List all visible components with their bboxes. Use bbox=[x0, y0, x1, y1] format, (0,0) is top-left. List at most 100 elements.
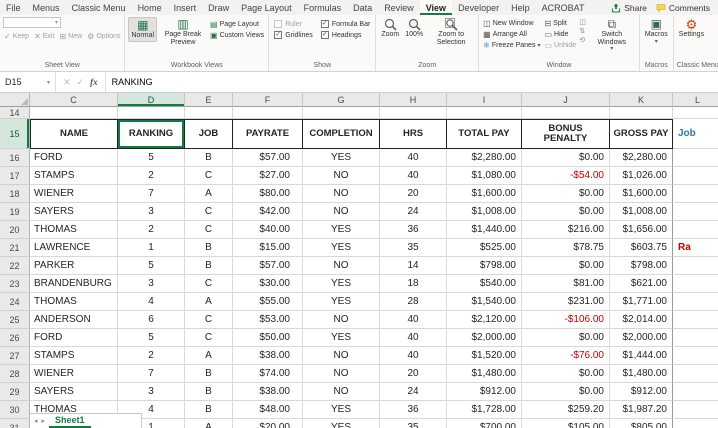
cell-K27[interactable]: $1,444.00 bbox=[610, 347, 673, 365]
cell-D20[interactable]: 2 bbox=[118, 221, 185, 239]
cell-J14[interactable] bbox=[522, 107, 610, 119]
cell-D16[interactable]: 5 bbox=[118, 149, 185, 167]
cell-L28[interactable] bbox=[673, 365, 718, 383]
cell-H30[interactable]: 36 bbox=[380, 401, 447, 419]
cell-C26[interactable]: FORD bbox=[30, 329, 118, 347]
cell-D14[interactable] bbox=[118, 107, 185, 119]
cell-J17[interactable]: -$54.00 bbox=[522, 167, 610, 185]
cell-G18[interactable]: NO bbox=[303, 185, 380, 203]
cell-I21[interactable]: $525.00 bbox=[447, 239, 522, 257]
cell-L21[interactable]: Ra bbox=[673, 239, 718, 257]
column-header-D[interactable]: D bbox=[118, 93, 185, 107]
gridlines-checkbox-item[interactable]: ✓ Gridlines bbox=[274, 31, 313, 39]
cell-L31[interactable] bbox=[673, 419, 718, 428]
row-header-16[interactable]: 16 bbox=[0, 149, 30, 167]
row-header-29[interactable]: 29 bbox=[0, 383, 30, 401]
row-header-31[interactable]: 31 bbox=[0, 419, 30, 428]
sheet-tab-sheet1[interactable]: Sheet1 bbox=[49, 414, 91, 428]
cell-D24[interactable]: 4 bbox=[118, 293, 185, 311]
cell-L27[interactable] bbox=[673, 347, 718, 365]
cancel-icon[interactable]: ✕ bbox=[63, 77, 71, 88]
cell-G14[interactable] bbox=[303, 107, 380, 119]
cell-C20[interactable]: THOMAS bbox=[30, 221, 118, 239]
cell-L16[interactable] bbox=[673, 149, 718, 167]
cell-H26[interactable]: 40 bbox=[380, 329, 447, 347]
cell-G16[interactable]: YES bbox=[303, 149, 380, 167]
tab-data[interactable]: Data bbox=[347, 0, 378, 15]
cell-D17[interactable]: 2 bbox=[118, 167, 185, 185]
cell-H20[interactable]: 36 bbox=[380, 221, 447, 239]
row-header-22[interactable]: 22 bbox=[0, 257, 30, 275]
cell-C24[interactable]: THOMAS bbox=[30, 293, 118, 311]
cell-G19[interactable]: NO bbox=[303, 203, 380, 221]
headings-checkbox-item[interactable]: ✓ Headings bbox=[320, 31, 371, 39]
cell-I19[interactable]: $1,008.00 bbox=[447, 203, 522, 221]
cell-H17[interactable]: 40 bbox=[380, 167, 447, 185]
cell-F14[interactable] bbox=[233, 107, 303, 119]
cell-K15[interactable]: GROSS PAY bbox=[610, 119, 673, 149]
cell-F17[interactable]: $27.00 bbox=[233, 167, 303, 185]
cell-G15[interactable]: COMPLETION bbox=[303, 119, 380, 149]
cell-J23[interactable]: $81.00 bbox=[522, 275, 610, 293]
cell-I24[interactable]: $1,540.00 bbox=[447, 293, 522, 311]
cell-L22[interactable] bbox=[673, 257, 718, 275]
cell-I29[interactable]: $912.00 bbox=[447, 383, 522, 401]
cell-D25[interactable]: 6 bbox=[118, 311, 185, 329]
cell-L29[interactable] bbox=[673, 383, 718, 401]
cell-K22[interactable]: $798.00 bbox=[610, 257, 673, 275]
column-header-H[interactable]: H bbox=[380, 93, 447, 107]
cell-K21[interactable]: $603.75 bbox=[610, 239, 673, 257]
row-header-24[interactable]: 24 bbox=[0, 293, 30, 311]
split-button[interactable]: ⊟ Split bbox=[543, 19, 577, 28]
keep-sheet-view-button[interactable]: ✓ Keep bbox=[3, 32, 30, 41]
cell-J26[interactable]: $0.00 bbox=[522, 329, 610, 347]
cell-E23[interactable]: C bbox=[185, 275, 233, 293]
unhide-button[interactable]: ▭ Unhide bbox=[543, 41, 577, 50]
cell-D22[interactable]: 5 bbox=[118, 257, 185, 275]
cell-C17[interactable]: STAMPS bbox=[30, 167, 118, 185]
cell-F28[interactable]: $74.00 bbox=[233, 365, 303, 383]
freeze-panes-button[interactable]: ❄ Freeze Panes ▾ bbox=[482, 41, 541, 50]
cell-H19[interactable]: 24 bbox=[380, 203, 447, 221]
cell-H18[interactable]: 20 bbox=[380, 185, 447, 203]
cell-J29[interactable]: $0.00 bbox=[522, 383, 610, 401]
cell-D29[interactable]: 3 bbox=[118, 383, 185, 401]
row-header-18[interactable]: 18 bbox=[0, 185, 30, 203]
page-break-preview-button[interactable]: ▥ Page Break Preview bbox=[159, 17, 207, 47]
row-header-28[interactable]: 28 bbox=[0, 365, 30, 383]
tab-developer[interactable]: Developer bbox=[452, 0, 505, 15]
name-box[interactable]: D15 ▾ bbox=[0, 72, 56, 92]
reset-window-position-icon[interactable]: ⟲ bbox=[579, 37, 586, 45]
cell-L14[interactable] bbox=[673, 107, 718, 119]
cell-C25[interactable]: ANDERSON bbox=[30, 311, 118, 329]
normal-view-button[interactable]: ▦ Normal bbox=[128, 17, 158, 42]
cell-F27[interactable]: $38.00 bbox=[233, 347, 303, 365]
tab-insert[interactable]: Insert bbox=[168, 0, 203, 15]
macros-button[interactable]: ▣ Macros ▾ bbox=[643, 17, 670, 46]
cell-H29[interactable]: 24 bbox=[380, 383, 447, 401]
cell-L23[interactable] bbox=[673, 275, 718, 293]
row-header-21[interactable]: 21 bbox=[0, 239, 30, 257]
cell-C29[interactable]: SAYERS bbox=[30, 383, 118, 401]
cell-D23[interactable]: 3 bbox=[118, 275, 185, 293]
cell-C22[interactable]: PARKER bbox=[30, 257, 118, 275]
row-header-27[interactable]: 27 bbox=[0, 347, 30, 365]
column-header-F[interactable]: F bbox=[233, 93, 303, 107]
view-side-by-side-icon[interactable]: ◫ bbox=[579, 19, 586, 27]
cell-G25[interactable]: NO bbox=[303, 311, 380, 329]
cell-L30[interactable] bbox=[673, 401, 718, 419]
cell-J24[interactable]: $231.00 bbox=[522, 293, 610, 311]
cell-F29[interactable]: $38.00 bbox=[233, 383, 303, 401]
cell-G29[interactable]: NO bbox=[303, 383, 380, 401]
cell-D21[interactable]: 1 bbox=[118, 239, 185, 257]
cell-L20[interactable] bbox=[673, 221, 718, 239]
cell-J15[interactable]: BONUS PENALTY bbox=[522, 119, 610, 149]
cell-L17[interactable] bbox=[673, 167, 718, 185]
cell-I20[interactable]: $1,440.00 bbox=[447, 221, 522, 239]
cell-I28[interactable]: $1,480.00 bbox=[447, 365, 522, 383]
row-header-25[interactable]: 25 bbox=[0, 311, 30, 329]
select-all-corner[interactable] bbox=[0, 93, 30, 107]
formula-bar-checkbox-item[interactable]: ✓ Formula Bar bbox=[320, 20, 370, 28]
column-header-I[interactable]: I bbox=[447, 93, 522, 107]
new-window-button[interactable]: ◫ New Window bbox=[482, 19, 541, 28]
